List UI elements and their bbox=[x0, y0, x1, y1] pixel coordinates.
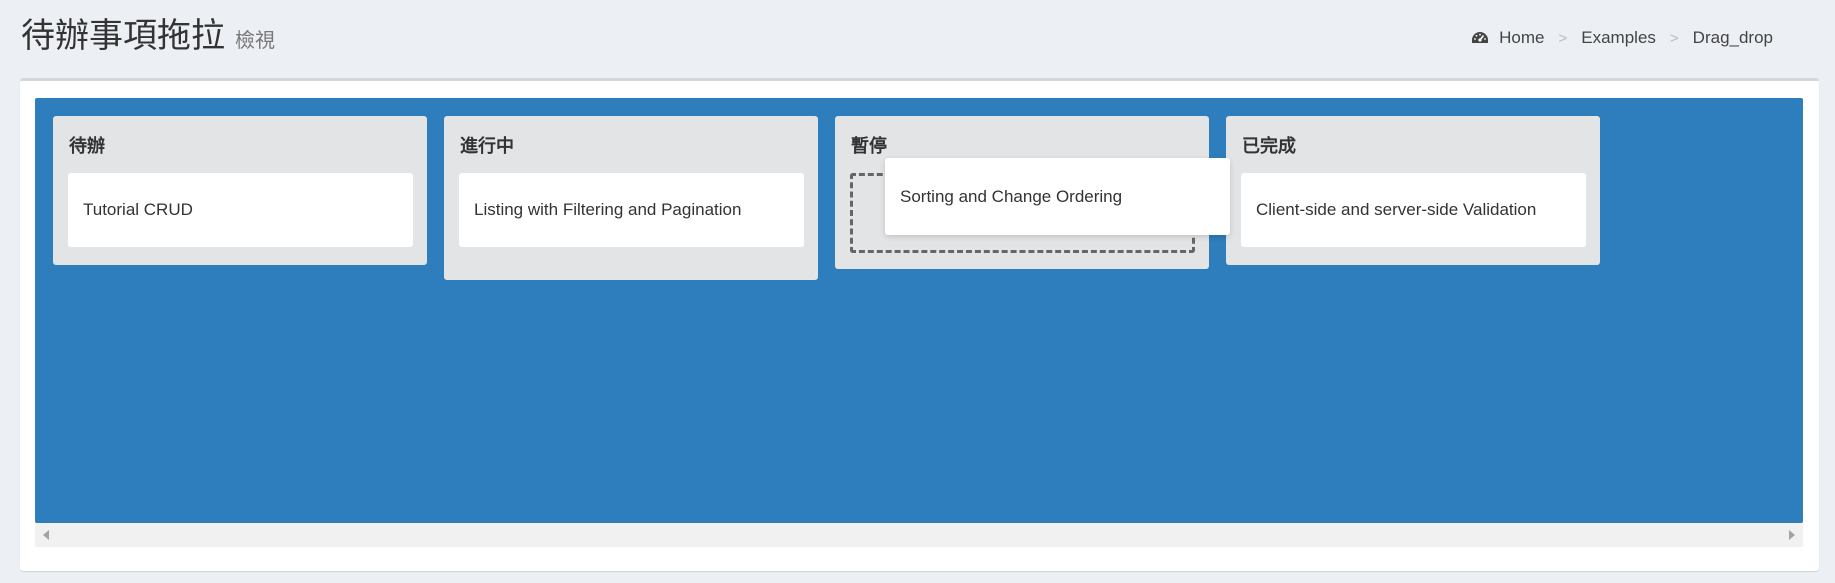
horizontal-scrollbar[interactable] bbox=[35, 523, 1803, 547]
column-todo: 待辦 Tutorial CRUD bbox=[53, 116, 427, 265]
task-card[interactable]: Tutorial CRUD bbox=[68, 173, 413, 247]
content-box: 待辦 Tutorial CRUD 進行中 Listing with Filter… bbox=[20, 78, 1819, 571]
scroll-left-arrow-icon[interactable] bbox=[43, 530, 49, 540]
page-subtitle: 檢視 bbox=[235, 28, 275, 52]
task-card[interactable]: Listing with Filtering and Pagination bbox=[459, 173, 804, 247]
column-in-progress: 進行中 Listing with Filtering and Paginatio… bbox=[444, 116, 818, 280]
breadcrumb-separator: > bbox=[1558, 29, 1568, 47]
dragging-task-card[interactable]: Sorting and Change Ordering bbox=[885, 158, 1230, 235]
breadcrumb-home-link[interactable]: Home bbox=[1499, 28, 1544, 48]
column-title: 暫停 bbox=[851, 136, 887, 157]
page-title: 待辦事項拖拉 檢視 bbox=[21, 14, 275, 62]
task-card[interactable]: Client-side and server-side Validation bbox=[1241, 173, 1586, 247]
scroll-right-arrow-icon[interactable] bbox=[1789, 530, 1795, 540]
content-header: 待辦事項拖拉 檢視 Home > Examples > Drag_drop bbox=[0, 0, 1835, 78]
column-done: 已完成 Client-side and server-side Validati… bbox=[1226, 116, 1600, 265]
breadcrumb-separator: > bbox=[1669, 29, 1679, 47]
dashboard-icon bbox=[1472, 32, 1489, 43]
breadcrumb-current: Drag_drop bbox=[1692, 28, 1773, 47]
page-title-text: 待辦事項拖拉 bbox=[21, 16, 225, 56]
column-title: 進行中 bbox=[460, 136, 514, 157]
breadcrumb: Home > Examples > Drag_drop bbox=[1471, 28, 1773, 48]
column-title: 已完成 bbox=[1242, 136, 1296, 157]
column-title: 待辦 bbox=[69, 136, 105, 157]
breadcrumb-examples-link[interactable]: Examples bbox=[1581, 28, 1656, 48]
